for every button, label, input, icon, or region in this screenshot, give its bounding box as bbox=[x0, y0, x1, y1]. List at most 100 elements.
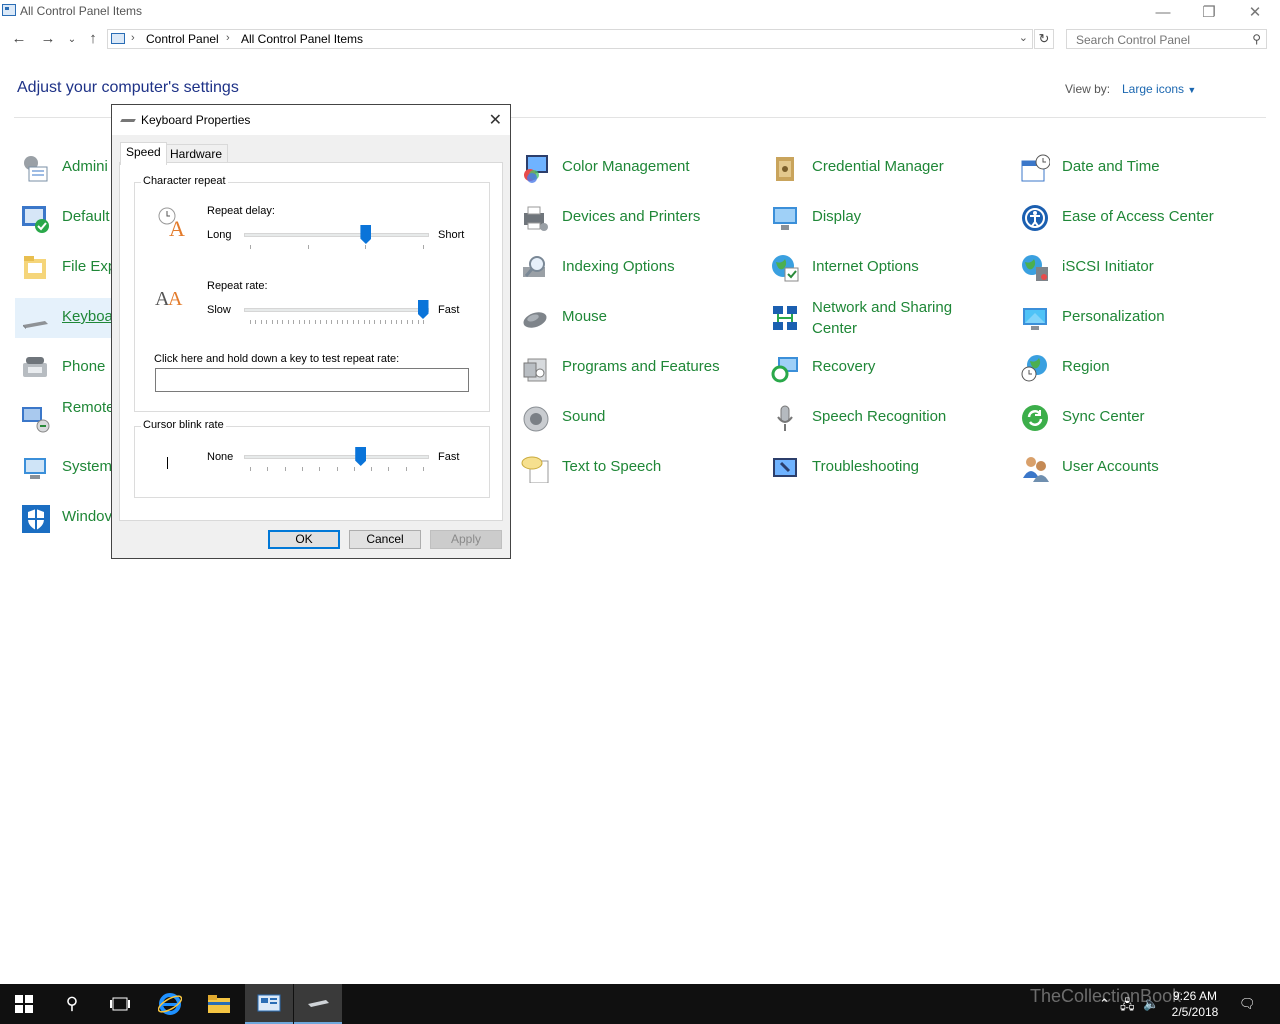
cp-item-label: iSCSI Initiator bbox=[1062, 258, 1154, 275]
show-hidden-icons-chevron-icon[interactable]: ⌃ bbox=[1099, 996, 1110, 1012]
cp-item-color-management[interactable]: Color Management bbox=[515, 148, 755, 188]
refresh-icon[interactable]: ↻ bbox=[1034, 29, 1054, 49]
internet-explorer-icon[interactable] bbox=[146, 984, 194, 1024]
cp-item-iscsi-initiator[interactable]: iSCSI Initiator bbox=[1015, 248, 1255, 288]
cp-item-sound[interactable]: Sound bbox=[515, 398, 755, 438]
cp-item-indexing-options[interactable]: Indexing Options bbox=[515, 248, 755, 288]
cp-item-troubleshooting[interactable]: Troubleshooting bbox=[765, 448, 1005, 488]
cp-item-label: Color Management bbox=[562, 158, 690, 175]
slider-tick bbox=[250, 320, 251, 324]
search-icon[interactable]: ⚲ bbox=[1252, 32, 1261, 46]
repeat-rate-slider[interactable] bbox=[244, 300, 429, 330]
address-bar[interactable]: › Control Panel › All Control Panel Item… bbox=[107, 29, 1033, 49]
file-explorer-icon[interactable] bbox=[195, 984, 243, 1024]
close-button[interactable]: ✕ bbox=[1232, 0, 1278, 24]
start-button[interactable] bbox=[0, 984, 48, 1024]
cp-item-ease-of-access-center[interactable]: Ease of Access Center bbox=[1015, 198, 1255, 238]
cp-item-region[interactable]: Region bbox=[1015, 348, 1255, 388]
cp-item-label: Phone bbox=[62, 358, 106, 375]
dialog-close-icon[interactable]: ✕ bbox=[489, 110, 502, 130]
cp-item-label: Devices and Printers bbox=[562, 208, 701, 225]
keyboard-properties-dialog: Keyboard Properties ✕ Speed Hardware Cha… bbox=[111, 104, 511, 559]
up-arrow-icon[interactable]: ↑ bbox=[83, 30, 103, 47]
test-repeat-input[interactable] bbox=[155, 368, 469, 392]
cancel-button[interactable]: Cancel bbox=[349, 530, 421, 549]
programs-icon bbox=[519, 352, 551, 384]
restore-button[interactable]: ❐ bbox=[1186, 0, 1232, 24]
repeat-delay-label: Repeat delay: bbox=[207, 205, 275, 217]
cp-item-personalization[interactable]: Personalization bbox=[1015, 298, 1255, 338]
calendar-clock-icon bbox=[1019, 152, 1051, 184]
repeat-delay-slider[interactable] bbox=[244, 225, 429, 255]
globe-clock-icon bbox=[1019, 352, 1051, 384]
cp-item-speech-recognition[interactable]: Speech Recognition bbox=[765, 398, 1005, 438]
slider-thumb[interactable] bbox=[417, 300, 429, 319]
network-icon bbox=[769, 302, 801, 334]
cp-item-network-and-sharing-center[interactable]: Network and Sharing Center bbox=[765, 298, 1005, 338]
tab-hardware[interactable]: Hardware bbox=[164, 144, 229, 164]
task-view-icon[interactable] bbox=[96, 984, 144, 1024]
keyboard-properties-taskbar-icon[interactable] bbox=[294, 984, 342, 1024]
recent-locations-chevron-icon[interactable]: ⌄ bbox=[62, 34, 82, 45]
view-by-dropdown[interactable]: Large icons ▼ bbox=[1122, 82, 1196, 96]
breadcrumb-control-panel[interactable]: Control Panel bbox=[146, 32, 219, 46]
repeat-delay-max-label: Short bbox=[438, 229, 465, 241]
slider-track[interactable] bbox=[244, 455, 429, 459]
cp-item-text-to-speech[interactable]: Text to Speech bbox=[515, 448, 755, 488]
repeat-rate-label: Repeat rate: bbox=[207, 280, 268, 292]
cp-item-display[interactable]: Display bbox=[765, 198, 1005, 238]
cp-item-credential-manager[interactable]: Credential Manager bbox=[765, 148, 1005, 188]
tab-speed[interactable]: Speed bbox=[120, 142, 167, 165]
control-panel-icon bbox=[2, 4, 16, 16]
volume-muted-icon[interactable]: 🔈 bbox=[1143, 996, 1159, 1012]
search-box[interactable]: ⚲ bbox=[1066, 29, 1267, 49]
search-input[interactable] bbox=[1074, 32, 1243, 48]
taskbar-clock[interactable]: 9:26 AM 2/5/2018 bbox=[1167, 988, 1223, 1020]
breadcrumb-separator-icon: › bbox=[131, 32, 135, 44]
apply-button[interactable]: Apply bbox=[430, 530, 502, 549]
notifications-icon[interactable]: 🗨 bbox=[1239, 996, 1256, 1012]
slider-track[interactable] bbox=[244, 308, 429, 312]
network-tray-icon[interactable]: 🖧 bbox=[1120, 996, 1135, 1018]
cp-item-label: File Exp bbox=[62, 258, 117, 275]
control-panel-taskbar-icon[interactable] bbox=[245, 984, 293, 1024]
ok-button[interactable]: OK bbox=[268, 530, 340, 549]
cursor-blink-max-label: Fast bbox=[438, 451, 460, 463]
forward-arrow-icon[interactable]: → bbox=[38, 30, 58, 47]
address-dropdown-chevron-icon[interactable]: ⌄ bbox=[1019, 31, 1028, 44]
cp-item-date-and-time[interactable]: Date and Time bbox=[1015, 148, 1255, 188]
cp-item-internet-options[interactable]: Internet Options bbox=[765, 248, 1005, 288]
cp-item-label: Region bbox=[1062, 358, 1110, 375]
cp-item-user-accounts[interactable]: User Accounts bbox=[1015, 448, 1255, 488]
search-taskbar-icon[interactable]: ⚲ bbox=[48, 984, 96, 1024]
back-arrow-icon[interactable]: ← bbox=[9, 30, 29, 47]
default-programs-icon bbox=[19, 202, 51, 234]
users-icon bbox=[1019, 452, 1051, 484]
indexing-icon bbox=[519, 252, 551, 284]
slider-tick bbox=[395, 320, 397, 324]
clock-date: 2/5/2018 bbox=[1171, 1005, 1219, 1019]
slider-tick bbox=[352, 320, 354, 324]
keyboard-icon bbox=[120, 119, 136, 122]
window-title-bar: All Control Panel Items — ❐ ✕ bbox=[0, 0, 1280, 24]
minimize-button[interactable]: — bbox=[1140, 0, 1186, 24]
recovery-icon bbox=[769, 352, 801, 384]
cp-item-mouse[interactable]: Mouse bbox=[515, 298, 755, 338]
windows-logo-icon bbox=[15, 995, 33, 1013]
slider-track[interactable] bbox=[244, 233, 429, 237]
cp-item-sync-center[interactable]: Sync Center bbox=[1015, 398, 1255, 438]
slider-thumb[interactable] bbox=[355, 447, 367, 466]
cp-item-recovery[interactable]: Recovery bbox=[765, 348, 1005, 388]
slider-tick bbox=[353, 467, 355, 471]
text-to-speech-icon bbox=[519, 452, 551, 484]
cursor-blink-slider[interactable] bbox=[244, 447, 429, 477]
windows-firewall-icon bbox=[19, 502, 51, 534]
cp-item-devices-and-printers[interactable]: Devices and Printers bbox=[515, 198, 755, 238]
breadcrumb-all-items[interactable]: All Control Panel Items bbox=[241, 32, 363, 46]
ease-of-access-icon bbox=[1019, 202, 1051, 234]
slider-tick bbox=[406, 320, 408, 324]
cursor-blink-min-label: None bbox=[207, 451, 234, 463]
slider-thumb[interactable] bbox=[360, 225, 372, 244]
cp-item-programs-and-features[interactable]: Programs and Features bbox=[515, 348, 755, 388]
display-icon bbox=[769, 202, 801, 234]
